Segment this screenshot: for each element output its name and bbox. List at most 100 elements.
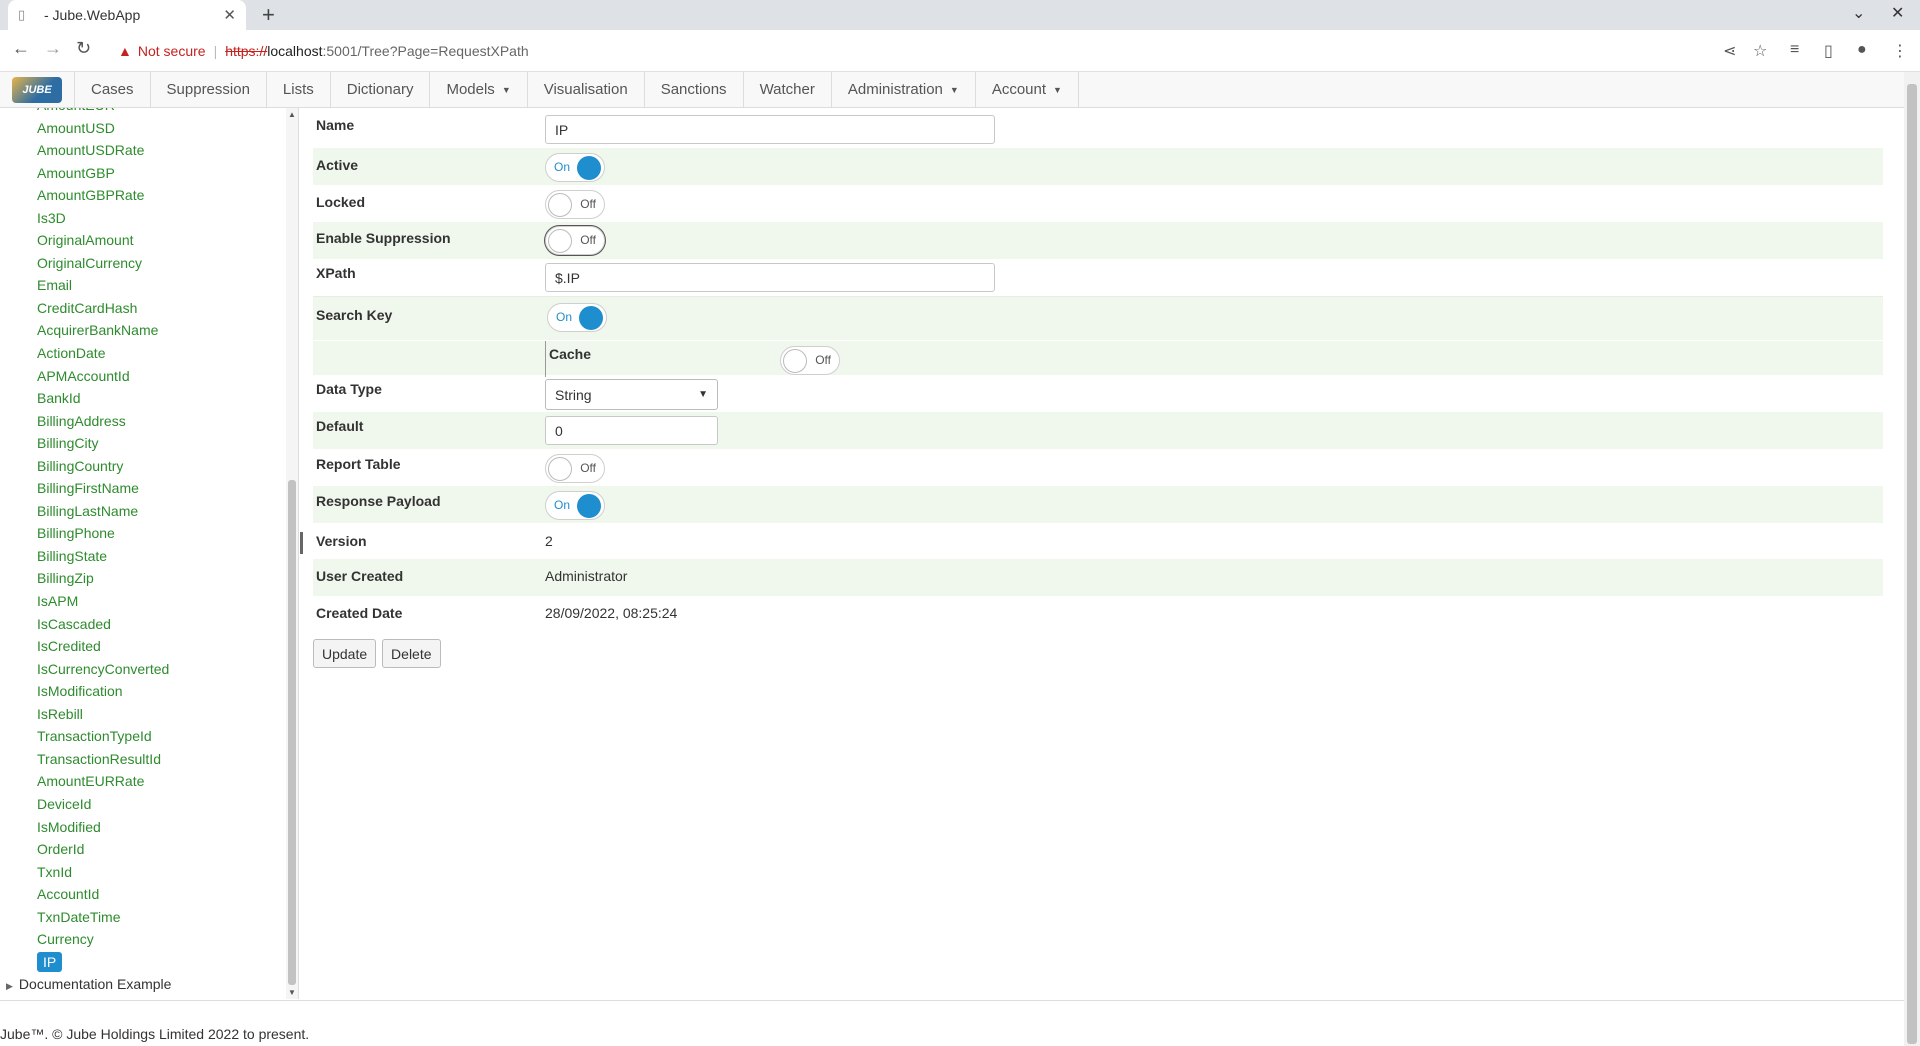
browser-tab[interactable]: ▯ - Jube.WebApp ✕: [8, 0, 246, 30]
nav-item-visualisation[interactable]: Visualisation: [528, 72, 645, 107]
tree-item[interactable]: AcquirerBankName: [0, 319, 280, 342]
report-table-toggle-label: Off: [580, 461, 596, 475]
dropdown-arrow-icon: ▼: [698, 389, 708, 400]
report-table-toggle[interactable]: Off: [545, 454, 605, 483]
tree-item[interactable]: AmountUSDRate: [0, 139, 280, 162]
reading-list-icon[interactable]: ≡: [1790, 41, 1799, 59]
splitter-grip[interactable]: [300, 532, 303, 554]
tree-item[interactable]: OriginalAmount: [0, 229, 280, 252]
back-arrow-icon[interactable]: ←: [12, 38, 30, 59]
nav-item-label: Lists: [282, 81, 314, 98]
tree-item[interactable]: TxnId: [0, 861, 280, 884]
tree-item-selected[interactable]: IP: [0, 951, 280, 974]
share-icon[interactable]: ⋖: [1723, 41, 1736, 61]
tree-item[interactable]: BillingLastName: [0, 500, 280, 523]
content-divider: [0, 1000, 1904, 1001]
url-separator: |: [213, 43, 218, 59]
tree-item[interactable]: AmountGBP: [0, 162, 280, 185]
expand-arrow-icon[interactable]: ▶: [6, 981, 13, 991]
tree-item[interactable]: OrderId: [0, 838, 280, 861]
data-type-select[interactable]: String ▼: [545, 379, 718, 410]
nav-item-label: Watcher: [759, 81, 815, 98]
jube-logo[interactable]: JUBE: [0, 72, 75, 107]
tree-item[interactable]: CreditCardHash: [0, 297, 280, 320]
tree-item[interactable]: BankId: [0, 387, 280, 410]
tree-item[interactable]: IsCurrencyConverted: [0, 658, 280, 681]
tree-item[interactable]: Is3D: [0, 207, 280, 230]
tree-item[interactable]: BillingState: [0, 545, 280, 568]
nav-item-cases[interactable]: Cases: [75, 72, 151, 107]
name-input[interactable]: IP: [545, 115, 995, 144]
bookmark-star-icon[interactable]: ☆: [1753, 41, 1767, 61]
toggle-knob: [548, 229, 572, 253]
close-tab-icon[interactable]: ✕: [223, 6, 236, 24]
tree-item[interactable]: IsCredited: [0, 635, 280, 658]
tree-item[interactable]: IsCascaded: [0, 613, 280, 636]
toggle-knob: [577, 494, 601, 518]
tree-item[interactable]: BillingCountry: [0, 455, 280, 478]
response-payload-toggle[interactable]: On: [545, 491, 605, 520]
tree-item[interactable]: BillingCity: [0, 432, 280, 455]
tree-item[interactable]: BillingFirstName: [0, 477, 280, 500]
nav-item-watcher[interactable]: Watcher: [744, 72, 832, 107]
tree-item[interactable]: DeviceId: [0, 793, 280, 816]
tree-item[interactable]: TransactionTypeId: [0, 725, 280, 748]
tree-item[interactable]: TransactionResultId: [0, 748, 280, 771]
tree-item[interactable]: BillingZip: [0, 567, 280, 590]
tree-item[interactable]: Currency: [0, 928, 280, 951]
panel-splitter[interactable]: [299, 520, 303, 562]
tree-item[interactable]: BillingAddress: [0, 410, 280, 433]
tree-item[interactable]: IsModification: [0, 680, 280, 703]
nav-item-sanctions[interactable]: Sanctions: [645, 72, 744, 107]
nav-item-label: Administration: [847, 81, 943, 98]
tree-item[interactable]: Email: [0, 274, 280, 297]
url-host: localhost: [267, 43, 323, 59]
search-key-toggle[interactable]: On: [547, 303, 607, 332]
scroll-down-arrow-icon[interactable]: ▼: [288, 988, 296, 997]
tree-item[interactable]: AmountEURRate: [0, 770, 280, 793]
locked-toggle[interactable]: Off: [545, 190, 605, 219]
tree-item[interactable]: IsModified: [0, 816, 280, 839]
tree-item[interactable]: BillingPhone: [0, 522, 280, 545]
nav-item-lists[interactable]: Lists: [267, 72, 331, 107]
browser-menu-icon[interactable]: ⋮: [1892, 41, 1908, 61]
tree-item[interactable]: AmountEUR: [0, 108, 280, 117]
active-toggle[interactable]: On: [545, 153, 605, 182]
update-button[interactable]: Update: [313, 639, 377, 668]
nav-item-dictionary[interactable]: Dictionary: [331, 72, 431, 107]
nav-item-label: Visualisation: [543, 81, 628, 98]
tree-item[interactable]: APMAccountId: [0, 365, 280, 388]
xpath-input[interactable]: $.IP: [545, 263, 995, 292]
forward-arrow-icon[interactable]: →: [44, 38, 62, 59]
default-input[interactable]: 0: [545, 416, 718, 445]
tree-item[interactable]: AmountGBPRate: [0, 184, 280, 207]
tree-item[interactable]: ActionDate: [0, 342, 280, 365]
reload-icon[interactable]: ↻: [76, 38, 91, 59]
tree-item[interactable]: AmountUSD: [0, 117, 280, 140]
default-label: Default: [316, 418, 364, 434]
scroll-up-arrow-icon[interactable]: ▲: [288, 110, 296, 119]
profile-avatar-icon[interactable]: ●: [1857, 41, 1867, 59]
tree-root-documentation-example[interactable]: ▶ Documentation Example: [0, 973, 280, 996]
address-bar[interactable]: ▲ Not secure | https:// localhost :5001/…: [108, 36, 1590, 66]
window-close-icon[interactable]: ✕: [1891, 3, 1904, 23]
url-path: :5001/Tree?Page=RequestXPath: [322, 43, 529, 59]
nav-item-administration[interactable]: Administration ▼: [832, 72, 976, 107]
tree-item[interactable]: OriginalCurrency: [0, 252, 280, 275]
suppression-toggle[interactable]: Off: [545, 226, 605, 255]
nav-item-suppression[interactable]: Suppression: [151, 72, 267, 107]
new-tab-icon[interactable]: +: [262, 2, 275, 28]
nav-item-models[interactable]: Models ▼: [430, 72, 528, 107]
page-scrollbar-thumb[interactable]: [1907, 84, 1917, 1044]
tree-item[interactable]: IsAPM: [0, 590, 280, 613]
cache-toggle[interactable]: Off: [780, 346, 840, 375]
tree-scrollbar-thumb[interactable]: [288, 480, 296, 985]
delete-button[interactable]: Delete: [382, 639, 441, 668]
tree-item[interactable]: AccountId: [0, 883, 280, 906]
tab-search-chevron-icon[interactable]: ⌄: [1852, 3, 1865, 23]
search-key-toggle-label: On: [556, 310, 573, 324]
side-panel-icon[interactable]: ▯: [1824, 41, 1833, 61]
nav-item-account[interactable]: Account ▼: [976, 72, 1079, 107]
tree-item[interactable]: IsRebill: [0, 703, 280, 726]
tree-item[interactable]: TxnDateTime: [0, 906, 280, 929]
